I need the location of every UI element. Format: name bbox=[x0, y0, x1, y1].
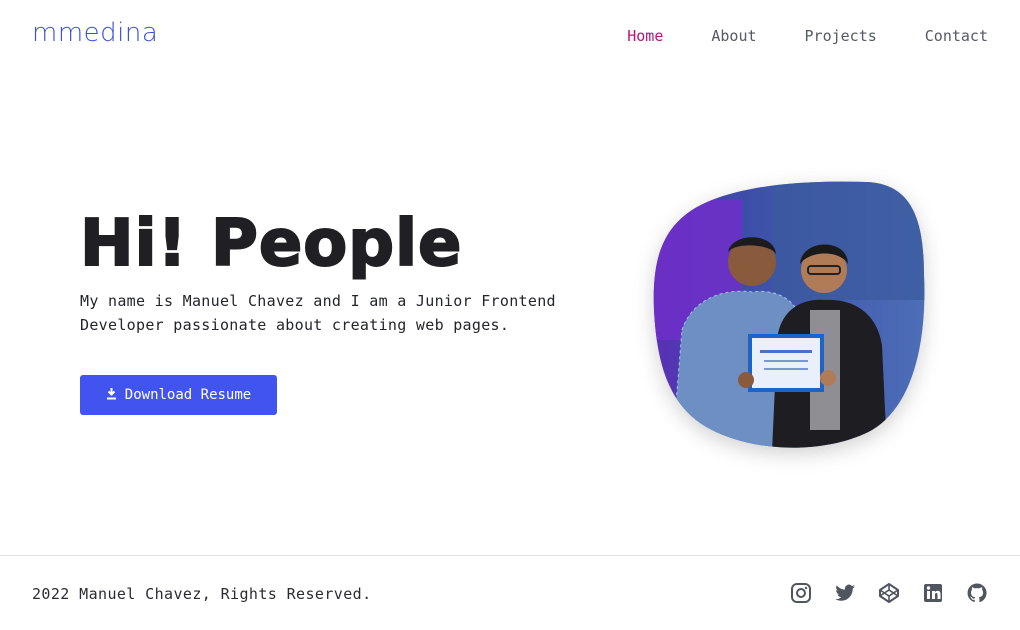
nav-item-about[interactable]: About bbox=[711, 27, 756, 45]
hero-section: Hi! People My name is Manuel Chavez and … bbox=[79, 205, 560, 415]
linkedin-icon[interactable] bbox=[922, 582, 944, 604]
hero-description: My name is Manuel Chavez and I am a Juni… bbox=[80, 292, 556, 334]
main-nav: Home About Projects Contact bbox=[627, 27, 988, 45]
hero-title: Hi! People bbox=[79, 206, 463, 282]
download-resume-button[interactable]: Download Resume bbox=[80, 375, 277, 415]
twitter-icon[interactable] bbox=[834, 582, 856, 604]
social-links bbox=[790, 582, 988, 604]
nav-item-contact[interactable]: Contact bbox=[925, 27, 988, 45]
instagram-icon[interactable] bbox=[790, 582, 812, 604]
download-resume-label: Download Resume bbox=[124, 387, 252, 403]
copyright-text: 2022 Manuel Chavez, Rights Reserved. bbox=[32, 585, 372, 603]
profile-photo-blob bbox=[653, 181, 925, 448]
github-icon[interactable] bbox=[966, 582, 988, 604]
site-header: mmedina Home About Projects Contact bbox=[0, 0, 1020, 74]
site-logo[interactable]: mmedina bbox=[32, 18, 158, 48]
site-footer: 2022 Manuel Chavez, Rights Reserved. bbox=[0, 555, 1020, 630]
profile-photo bbox=[652, 180, 930, 452]
download-icon bbox=[106, 388, 117, 402]
codepen-icon[interactable] bbox=[878, 582, 900, 604]
nav-item-projects[interactable]: Projects bbox=[805, 27, 877, 45]
nav-item-home[interactable]: Home bbox=[627, 27, 663, 45]
